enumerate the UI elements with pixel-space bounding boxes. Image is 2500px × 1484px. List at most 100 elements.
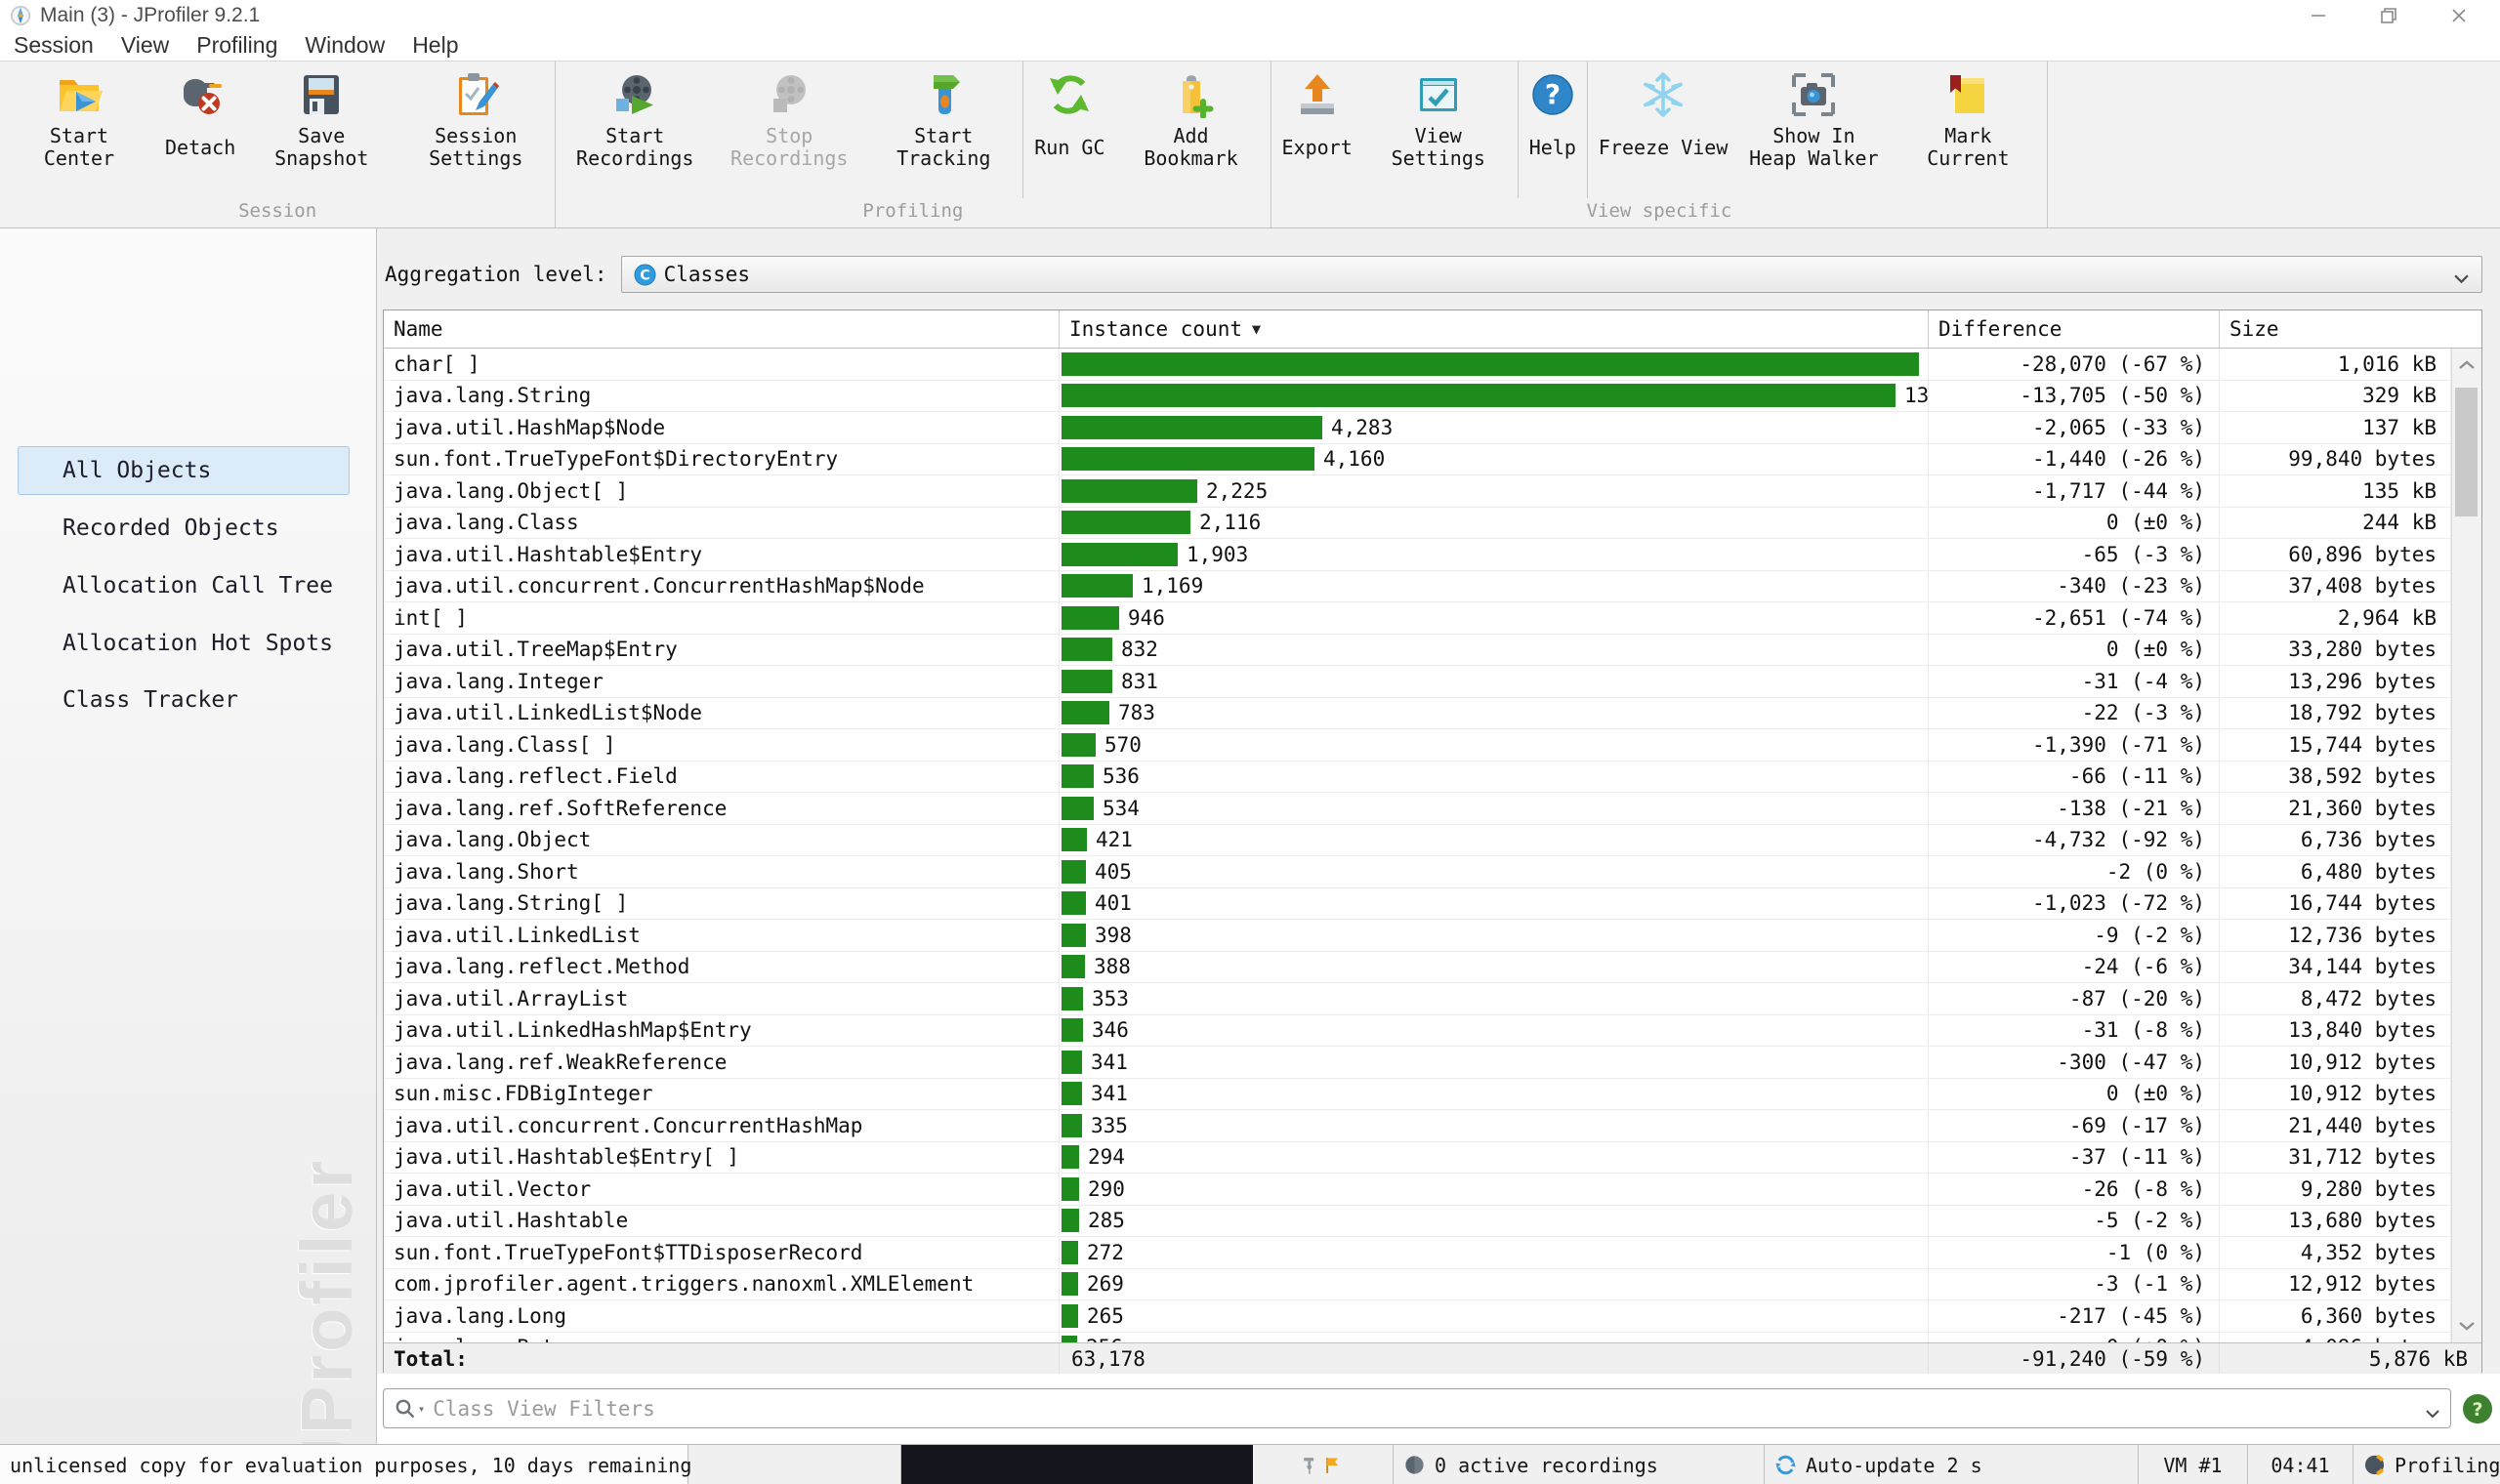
- class-name-cell: java.lang.Class[ ]: [384, 729, 1060, 761]
- toolbar-section-view-specific: ExportView Settings?HelpFreeze ViewShow …: [1271, 62, 2049, 227]
- toolbar-button-freeze-view[interactable]: Freeze View: [1590, 62, 1736, 198]
- sort-desc-icon: ▼: [1252, 320, 1261, 338]
- table-row[interactable]: java.util.Hashtable285-5 (-2 %)13,680 by…: [384, 1206, 2481, 1238]
- class-name-cell: java.lang.Object[ ]: [384, 475, 1060, 507]
- table-row[interactable]: java.util.concurrent.ConcurrentHashMap$N…: [384, 571, 2481, 603]
- table-row[interactable]: int[ ]946-2,651 (-74 %)2,964 kB: [384, 602, 2481, 635]
- size-cell: 13,680 bytes: [2220, 1206, 2451, 1237]
- table-row[interactable]: java.util.HashMap$Node4,283-2,065 (-33 %…: [384, 412, 2481, 444]
- table-row[interactable]: java.lang.Short405-2 (0 %)6,480 bytes: [384, 856, 2481, 888]
- toolbar-button-run-gc[interactable]: Run GC: [1025, 62, 1113, 198]
- sidebar-item-class-tracker[interactable]: Class Tracker: [0, 676, 376, 724]
- menu-item-help[interactable]: Help: [398, 32, 472, 59]
- sidebar-item-allocation-call-tree[interactable]: Allocation Call Tree: [0, 561, 376, 610]
- table-row[interactable]: java.lang.String13,720-13,705 (-50 %)329…: [384, 381, 2481, 413]
- table-row[interactable]: java.lang.Class[ ]570-1,390 (-71 %)15,74…: [384, 729, 2481, 762]
- scrollbar-up-button[interactable]: [2452, 350, 2481, 380]
- toolbar-button-detach[interactable]: Detach: [156, 62, 244, 198]
- class-name-cell: java.lang.reflect.Field: [384, 762, 1060, 793]
- aggregation-level-dropdown[interactable]: C Classes: [621, 256, 2482, 293]
- table-row[interactable]: sun.font.TrueTypeFont$TTDisposerRecord27…: [384, 1237, 2481, 1269]
- toolbar-button-export[interactable]: Export: [1273, 62, 1361, 198]
- table-row[interactable]: java.lang.Byte2560 (±0 %)4,096 bytes: [384, 1333, 2481, 1343]
- instance-count-bar: [1062, 384, 1896, 407]
- instance-count-bar: [1062, 891, 1086, 915]
- toolbar-button-view-settings[interactable]: View Settings: [1361, 62, 1516, 198]
- toolbar-button-mark-current[interactable]: Mark Current: [1891, 62, 2045, 198]
- menu-item-view[interactable]: View: [107, 32, 183, 59]
- table-row[interactable]: java.lang.Integer831-31 (-4 %)13,296 byt…: [384, 666, 2481, 698]
- sidebar-item-label: Class Tracker: [62, 687, 238, 713]
- table-row[interactable]: java.util.concurrent.ConcurrentHashMap33…: [384, 1110, 2481, 1142]
- column-header-instance-count[interactable]: Instance count▼: [1060, 310, 1929, 348]
- toolbar-button-show-in-heap-walker[interactable]: Show In Heap Walker: [1736, 62, 1891, 198]
- instance-count-cell: 272: [1060, 1237, 1929, 1268]
- table-row[interactable]: java.lang.Long265-217 (-45 %)6,360 bytes: [384, 1300, 2481, 1333]
- svg-text:?: ?: [1545, 78, 1561, 110]
- menubar: SessionViewProfilingWindowHelp: [0, 30, 2500, 62]
- table-row[interactable]: sun.font.TrueTypeFont$DirectoryEntry4,16…: [384, 444, 2481, 476]
- table-row[interactable]: java.util.LinkedHashMap$Entry346-31 (-8 …: [384, 1015, 2481, 1048]
- menu-item-profiling[interactable]: Profiling: [183, 32, 291, 59]
- scrollbar-thumb[interactable]: [2455, 388, 2478, 516]
- table-row[interactable]: sun.misc.FDBigInteger3410 (±0 %)10,912 b…: [384, 1079, 2481, 1111]
- sidebar-item-recorded-objects[interactable]: Recorded Objects: [0, 504, 376, 553]
- scrollbar-down-button[interactable]: [2452, 1311, 2481, 1340]
- auto-update-status[interactable]: Auto-update 2 s: [1765, 1445, 2139, 1484]
- license-status: unlicensed copy for evaluation purposes,…: [0, 1445, 688, 1484]
- minimize-button[interactable]: [2283, 0, 2354, 30]
- filter-chevron-down-icon[interactable]: [2425, 1404, 2440, 1414]
- restore-button[interactable]: [2354, 0, 2424, 30]
- class-name-cell: java.lang.Class: [384, 508, 1060, 539]
- table-row[interactable]: java.lang.ref.SoftReference534-138 (-21 …: [384, 793, 2481, 825]
- instance-count-value: 272: [1087, 1241, 1124, 1264]
- table-row[interactable]: java.lang.reflect.Field536-66 (-11 %)38,…: [384, 762, 2481, 794]
- table-row[interactable]: java.util.TreeMap$Entry8320 (±0 %)33,280…: [384, 635, 2481, 667]
- filter-help-button[interactable]: ?: [2461, 1392, 2494, 1425]
- column-header-name[interactable]: Name: [384, 310, 1060, 348]
- difference-cell: -9 (-2 %): [1929, 920, 2220, 951]
- table-row[interactable]: java.lang.Object421-4,732 (-92 %)6,736 b…: [384, 825, 2481, 857]
- table-row[interactable]: java.lang.Object[ ]2,225-1,717 (-44 %)13…: [384, 475, 2481, 508]
- class-name-cell: java.lang.String: [384, 381, 1060, 412]
- menu-item-window[interactable]: Window: [291, 32, 398, 59]
- toolbar-button-session-settings[interactable]: Session Settings: [398, 62, 553, 198]
- table-row[interactable]: java.util.Hashtable$Entry[ ]294-37 (-11 …: [384, 1142, 2481, 1175]
- table-row[interactable]: java.lang.ref.WeakReference341-300 (-47 …: [384, 1047, 2481, 1079]
- table-row[interactable]: java.util.Hashtable$Entry1,903-65 (-3 %)…: [384, 539, 2481, 571]
- difference-cell: -66 (-11 %): [1929, 762, 2220, 793]
- toolbar-button-stop-recordings[interactable]: Stop Recordings: [712, 62, 866, 198]
- class-name-cell: java.util.LinkedHashMap$Entry: [384, 1015, 1060, 1047]
- column-header-difference[interactable]: Difference: [1929, 310, 2220, 348]
- table-row[interactable]: java.util.LinkedList$Node783-22 (-3 %)18…: [384, 698, 2481, 730]
- table-row[interactable]: java.util.ArrayList353-87 (-20 %)8,472 b…: [384, 983, 2481, 1015]
- table-row[interactable]: java.util.Vector290-26 (-8 %)9,280 bytes: [384, 1174, 2481, 1206]
- table-row[interactable]: java.lang.Class2,1160 (±0 %)244 kB: [384, 508, 2481, 540]
- table-row[interactable]: com.jprofiler.agent.triggers.nanoxml.XML…: [384, 1269, 2481, 1301]
- toolbar-button-start-center[interactable]: Start Center: [2, 62, 156, 198]
- toolbar-button-start-recordings[interactable]: Start Recordings: [558, 62, 712, 198]
- table-row[interactable]: char[ ]14,098-28,070 (-67 %)1,016 kB: [384, 349, 2481, 381]
- toolbar-button-save-snapshot[interactable]: Save Snapshot: [244, 62, 398, 198]
- sidebar-item-all-objects[interactable]: All Objects: [18, 446, 350, 495]
- toolbar-button-start-tracking[interactable]: Start Tracking: [866, 62, 1021, 198]
- menu-item-session[interactable]: Session: [0, 32, 107, 59]
- toolbar-section-caption: Profiling: [558, 198, 1268, 227]
- table-row[interactable]: java.util.LinkedList398-9 (-2 %)12,736 b…: [384, 920, 2481, 952]
- instance-count-value: 421: [1096, 828, 1133, 851]
- sidebar-item-allocation-hot-spots[interactable]: Allocation Hot Spots: [0, 619, 376, 668]
- instance-count-value: 1,903: [1187, 543, 1248, 566]
- size-cell: 4,352 bytes: [2220, 1237, 2451, 1268]
- filter-placeholder: Class View Filters: [433, 1397, 655, 1421]
- class-view-filter-input[interactable]: ▾ Class View Filters: [383, 1388, 2451, 1428]
- vertical-scrollbar[interactable]: [2451, 349, 2481, 1342]
- column-header-size[interactable]: Size: [2220, 310, 2481, 348]
- table-row[interactable]: java.lang.reflect.Method388-24 (-6 %)34,…: [384, 952, 2481, 984]
- close-button[interactable]: [2424, 0, 2494, 30]
- instance-count-value: 13,720: [1904, 384, 1929, 407]
- toolbar-button-help[interactable]: ?Help: [1521, 62, 1585, 198]
- toolbar-button-add-bookmark[interactable]: Add Bookmark: [1114, 62, 1269, 198]
- status-bookmark-segment[interactable]: [1253, 1445, 1394, 1484]
- instance-count-bar: [1062, 1145, 1079, 1169]
- table-row[interactable]: java.lang.String[ ]401-1,023 (-72 %)16,7…: [384, 888, 2481, 921]
